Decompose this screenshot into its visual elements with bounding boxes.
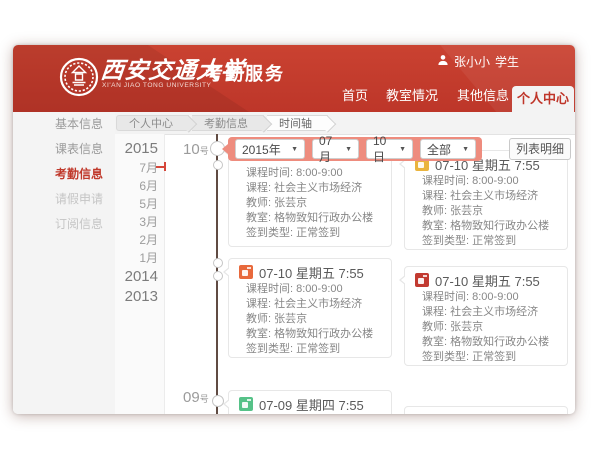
- card-field: 签到类型: 正常签到: [422, 350, 557, 365]
- timeline-month-jul[interactable]: 7月: [115, 159, 164, 177]
- card-field: 课程: 社会主义市场经济: [422, 189, 557, 204]
- chevron-down-icon: ▼: [291, 146, 298, 153]
- signin-type-icon: [239, 265, 253, 279]
- card-field: 教师: 张芸京: [422, 204, 557, 219]
- university-logo-icon: [59, 57, 99, 97]
- timeline-node: [213, 271, 223, 281]
- breadcrumb-personal-center[interactable]: 个人中心: [116, 115, 189, 131]
- sidebar-item-basic-info[interactable]: 基本信息: [13, 112, 115, 137]
- type-select[interactable]: 全部 ▼: [420, 139, 476, 159]
- card-field: 签到类型: 正常签到: [422, 234, 557, 249]
- timeline-year-2015[interactable]: 2015: [115, 139, 164, 159]
- card-field: 签到类型: 正常签到: [246, 342, 381, 357]
- card-field: 签到类型: 正常签到: [246, 226, 381, 241]
- timeline-month-jun[interactable]: 6月: [115, 177, 164, 195]
- app-window: 西安交通大学 XI'AN JIAO TONG UNIVERSITY 考勤服务 张…: [13, 45, 575, 414]
- attendance-card[interactable]: 07-10 星期五 7:55 课程时间: 8:00-9:00 课程: 社会主义市…: [404, 266, 568, 366]
- current-month-marker-tick: [164, 162, 166, 171]
- card-field: 课程时间: 8:00-9:00: [246, 166, 381, 181]
- timeline-node: [213, 160, 223, 170]
- card-field: 课程: 社会主义市场经济: [422, 305, 557, 320]
- app-header: 西安交通大学 XI'AN JIAO TONG UNIVERSITY 考勤服务 张…: [13, 45, 575, 112]
- timeline-year-2013[interactable]: 2013: [115, 287, 164, 307]
- card-field: 教室: 格物致知行政办公楼: [422, 335, 557, 350]
- card-field: 课程时间: 8:00-9:00: [422, 290, 557, 305]
- chevron-down-icon: ▼: [462, 146, 469, 153]
- breadcrumb: 个人中心 考勤信息 时间轴: [116, 115, 331, 131]
- timeline-year-2014[interactable]: 2014: [115, 267, 164, 287]
- university-name-en: XI'AN JIAO TONG UNIVERSITY: [102, 82, 211, 89]
- breadcrumb-attendance-info[interactable]: 考勤信息: [192, 115, 264, 131]
- sidebar-item-schedule-info[interactable]: 课表信息: [13, 137, 115, 162]
- card-field: 教室: 格物致知行政办公楼: [422, 219, 557, 234]
- day-label-09: 09号: [183, 389, 209, 406]
- nav-personal-center[interactable]: 个人中心: [512, 86, 574, 112]
- nav-other-info[interactable]: 其他信息: [457, 85, 509, 104]
- sidebar: 基本信息 课表信息 考勤信息 请假申请 订阅信息: [13, 112, 115, 414]
- page: 西安交通大学 XI'AN JIAO TONG UNIVERSITY 考勤服务 张…: [0, 0, 600, 450]
- attendance-card[interactable]: 07-10 星期五 7:55 课程时间: 8:00-9:00 课程: 社会主义市…: [404, 150, 568, 250]
- sidebar-item-attendance-info[interactable]: 考勤信息: [13, 162, 115, 187]
- month-select[interactable]: 07月 ▼: [312, 139, 359, 159]
- year-select[interactable]: 2015年 ▼: [235, 139, 305, 159]
- list-detail-button[interactable]: 列表明细: [509, 138, 571, 160]
- chevron-down-icon: ▼: [345, 146, 352, 153]
- attendance-card[interactable]: [404, 406, 568, 414]
- day-select[interactable]: 10日 ▼: [366, 139, 413, 159]
- timeline-nav: 2015 7月 6月 5月 3月 2月 1月 2014 2013: [115, 134, 165, 414]
- timeline-month-feb[interactable]: 2月: [115, 231, 164, 249]
- signin-type-icon: [239, 397, 253, 411]
- attendance-card[interactable]: 07-10 星期五 7:55 课程时间: 8:00-9:00 课程: 社会主义市…: [228, 258, 392, 358]
- card-field: 课程时间: 8:00-9:00: [246, 282, 381, 297]
- breadcrumb-timeline[interactable]: 时间轴: [267, 115, 328, 131]
- user-info[interactable]: 张小小 学生: [437, 53, 519, 70]
- day-label-10: 10号: [183, 141, 209, 158]
- service-title: 考勤服务: [205, 60, 285, 86]
- sidebar-item-leave-request[interactable]: 请假申请: [13, 187, 115, 212]
- card-title: 07-10 星期五 7:55: [435, 271, 540, 290]
- card-field: 课程: 社会主义市场经济: [246, 297, 381, 312]
- chevron-down-icon: ▼: [399, 146, 406, 153]
- user-icon: [437, 54, 449, 69]
- card-title: 07-10 星期五 7:55: [259, 263, 364, 282]
- timeline-month-jan[interactable]: 1月: [115, 249, 164, 267]
- timeline-node: [213, 258, 223, 268]
- attendance-card[interactable]: 07-09 星期四 7:55: [228, 390, 392, 414]
- nav-classroom-status[interactable]: 教室情况: [386, 85, 438, 104]
- card-field: 教师: 张芸京: [246, 196, 381, 211]
- card-field: 教室: 格物致知行政办公楼: [246, 211, 381, 226]
- user-name: 张小小: [454, 53, 490, 70]
- card-field: 教师: 张芸京: [422, 320, 557, 335]
- card-field: 课程时间: 8:00-9:00: [422, 174, 557, 189]
- nav-home[interactable]: 首页: [342, 85, 368, 104]
- timeline-month-may[interactable]: 5月: [115, 195, 164, 213]
- current-month-marker: [156, 166, 164, 168]
- timeline-node: [212, 395, 224, 407]
- timeline-month-mar[interactable]: 3月: [115, 213, 164, 231]
- card-title: 07-09 星期四 7:55: [259, 395, 364, 414]
- sidebar-item-subscription-info[interactable]: 订阅信息: [13, 212, 115, 237]
- card-field: 教师: 张芸京: [246, 312, 381, 327]
- card-field: 课程: 社会主义市场经济: [246, 181, 381, 196]
- user-role: 学生: [495, 53, 519, 70]
- signin-type-icon: [415, 273, 429, 287]
- card-field: 教室: 格物致知行政办公楼: [246, 327, 381, 342]
